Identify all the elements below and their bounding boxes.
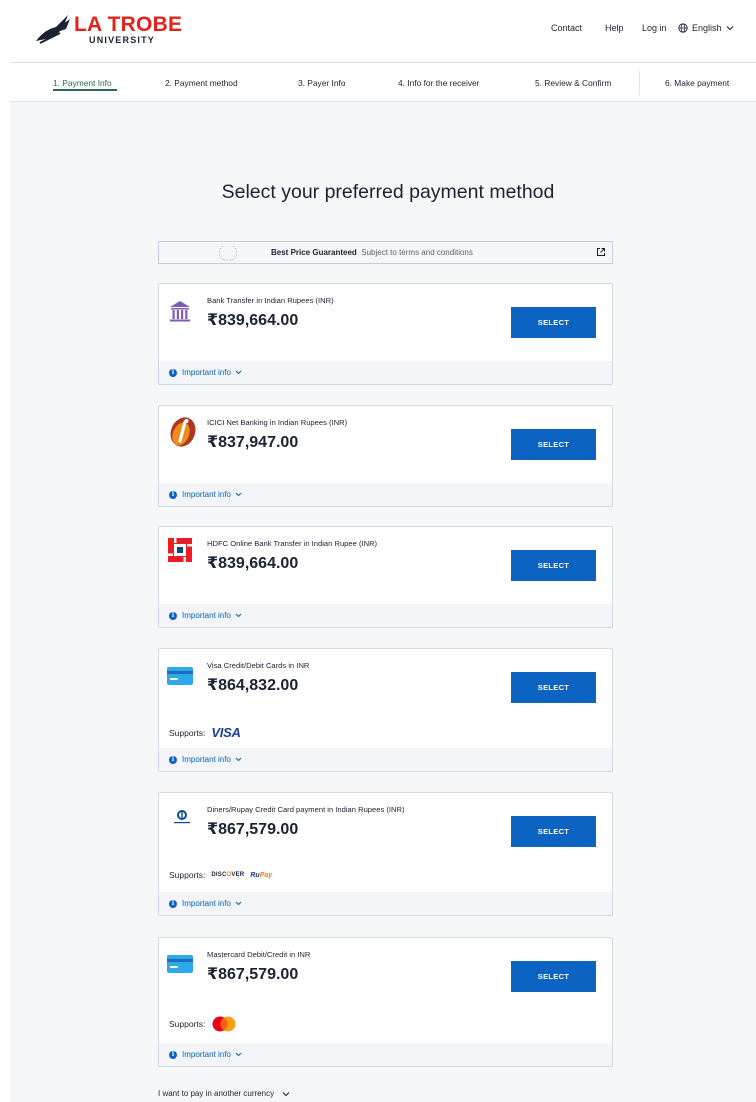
step-review-confirm: 5. Review & Confirm	[535, 78, 612, 88]
select-button[interactable]: SELECT	[511, 816, 596, 847]
chevron-down-icon	[726, 26, 733, 31]
payment-method-card-hdfc: HDFC Online Bank Transfer in Indian Rupe…	[158, 526, 613, 628]
globe-icon	[678, 23, 688, 33]
important-info-toggle[interactable]: i Important info	[159, 748, 612, 771]
pay-in-another-currency-toggle[interactable]: I want to pay in another currency	[158, 1089, 290, 1098]
important-info-toggle[interactable]: i Important info	[159, 1043, 612, 1066]
la-trobe-logo[interactable]: LA TROBE UNIVERSITY	[34, 11, 182, 45]
chevron-down-icon	[282, 1091, 290, 1096]
step-payment-method: 2. Payment method	[165, 78, 238, 88]
card-icon	[167, 667, 193, 685]
chevron-down-icon	[235, 1052, 242, 1057]
payment-amount: ₹867,579.00	[207, 821, 299, 838]
icici-logo-icon	[170, 417, 196, 447]
pelican-logo-icon	[36, 15, 70, 44]
select-button[interactable]: SELECT	[511, 429, 596, 460]
select-button[interactable]: SELECT	[511, 961, 596, 992]
payment-method-label: Diners/Rupay Credit Card payment in Indi…	[207, 805, 405, 814]
laurel-badge-icon	[218, 245, 238, 261]
payment-method-card-mastercard: Mastercard Debit/Credit in INR ₹867,579.…	[158, 937, 613, 1067]
payment-method-label: ICICI Net Banking in Indian Rupees (INR)	[207, 418, 348, 427]
payment-method-label: Visa Credit/Debit Cards in INR	[207, 661, 310, 670]
supports-label: Supports:	[169, 870, 206, 880]
chevron-down-icon	[235, 370, 242, 375]
important-info-label: Important info	[182, 611, 231, 620]
logo-name: LA TROBE	[74, 13, 183, 36]
important-info-toggle[interactable]: i Important info	[159, 361, 612, 384]
step-payer-info: 3. Payer Info	[298, 78, 346, 88]
best-price-terms: Subject to terms and conditions	[361, 248, 473, 257]
help-link[interactable]: Help	[605, 23, 624, 33]
info-icon: i	[169, 368, 177, 377]
diners-club-icon	[174, 810, 190, 824]
payment-amount: ₹837,947.00	[207, 434, 299, 451]
info-icon: i	[169, 490, 177, 499]
payment-method-label: Mastercard Debit/Credit in INR	[207, 950, 311, 959]
payment-amount: ₹867,579.00	[207, 966, 299, 983]
chevron-down-icon	[235, 492, 242, 497]
payment-amount: ₹839,664.00	[207, 555, 299, 572]
language-label: English	[692, 23, 722, 33]
supported-cards: Supports: DISCOVER RuPay	[169, 870, 272, 880]
info-icon: i	[169, 899, 177, 908]
mastercard-logo	[212, 1016, 236, 1032]
important-info-label: Important info	[182, 755, 231, 764]
info-icon: i	[169, 1050, 177, 1059]
rupay-logo: RuPay	[250, 871, 273, 879]
info-icon: i	[169, 755, 177, 764]
select-button[interactable]: SELECT	[511, 672, 596, 703]
important-info-label: Important info	[182, 368, 231, 377]
info-icon: i	[169, 611, 177, 620]
payment-method-card-bank-transfer: Bank Transfer in Indian Rupees (INR) ₹83…	[158, 283, 613, 385]
supported-cards: Supports: VISA	[169, 725, 241, 740]
payment-method-card-visa: Visa Credit/Debit Cards in INR ₹864,832.…	[158, 648, 613, 772]
important-info-label: Important info	[182, 1050, 231, 1059]
visa-logo: VISA	[211, 725, 241, 740]
chevron-down-icon	[235, 901, 242, 906]
step-make-payment: 6. Make payment	[665, 78, 730, 88]
contact-link[interactable]: Contact	[551, 23, 582, 33]
payment-amount: ₹864,832.00	[207, 677, 299, 694]
active-step-underline	[53, 89, 117, 91]
login-link[interactable]: Log in	[642, 23, 667, 33]
important-info-toggle[interactable]: i Important info	[159, 604, 612, 627]
important-info-toggle[interactable]: i Important info	[159, 892, 612, 915]
bank-icon	[170, 301, 190, 322]
chevron-down-icon	[235, 613, 242, 618]
payment-method-card-diners-rupay: Diners/Rupay Credit Card payment in Indi…	[158, 792, 613, 916]
site-header: LA TROBE UNIVERSITY Contact Help Log in …	[0, 0, 756, 60]
step-payment-info[interactable]: 1. Payment Info	[53, 78, 112, 88]
page-title: Select your preferred payment method	[221, 181, 555, 203]
important-info-label: Important info	[182, 899, 231, 908]
external-link-icon[interactable]	[596, 247, 606, 257]
select-button[interactable]: SELECT	[511, 307, 596, 338]
language-selector[interactable]: English	[678, 21, 738, 35]
select-button[interactable]: SELECT	[511, 550, 596, 581]
payment-method-card-icici: ICICI Net Banking in Indian Rupees (INR)…	[158, 405, 613, 507]
important-info-toggle[interactable]: i Important info	[159, 483, 612, 506]
logo-subtitle: UNIVERSITY	[89, 35, 156, 45]
step-divider	[639, 71, 640, 95]
payment-amount: ₹839,664.00	[207, 312, 299, 329]
important-info-label: Important info	[182, 490, 231, 499]
card-icon	[167, 955, 193, 973]
other-currency-label: I want to pay in another currency	[158, 1089, 275, 1098]
supports-label: Supports:	[169, 727, 206, 738]
supported-cards: Supports:	[169, 1016, 237, 1032]
step-receiver-info: 4. Info for the receiver	[398, 78, 480, 88]
best-price-strong: Best Price Guaranteed	[271, 248, 357, 257]
checkout-stepper: 1. Payment Info 2. Payment method 3. Pay…	[10, 62, 756, 102]
chevron-down-icon	[235, 757, 242, 762]
best-price-text: Best Price Guaranteed Subject to terms a…	[271, 248, 473, 257]
hdfc-logo-icon	[168, 538, 192, 562]
payment-method-label: HDFC Online Bank Transfer in Indian Rupe…	[207, 539, 378, 548]
payment-method-label: Bank Transfer in Indian Rupees (INR)	[207, 296, 334, 305]
best-price-banner[interactable]: Best Price Guaranteed Subject to terms a…	[158, 241, 613, 264]
supports-label: Supports:	[169, 1019, 206, 1029]
discover-logo: DISCOVER	[211, 872, 245, 878]
